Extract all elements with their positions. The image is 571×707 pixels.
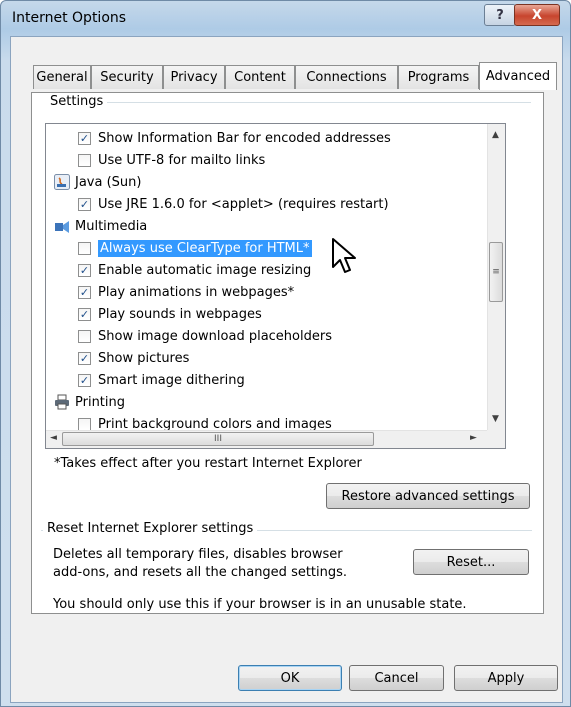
internet-options-window: Internet Options ? X General Security Pr… <box>0 0 571 707</box>
restart-footnote: *Takes effect after you restart Internet… <box>54 456 362 471</box>
vertical-scroll-thumb[interactable]: ≡ <box>489 242 503 302</box>
unchecked-checkbox[interactable] <box>78 329 91 343</box>
grip-icon: ≡ <box>492 267 500 277</box>
settings-list-item[interactable]: ✓ Smart image dithering <box>78 369 245 391</box>
horizontal-scroll-thumb[interactable]: III <box>62 432 374 446</box>
reset-button[interactable]: Reset... <box>413 549 529 575</box>
checked-checkbox[interactable]: ✓ <box>78 307 91 321</box>
tab-programs[interactable]: Programs <box>398 65 479 89</box>
category-label: Printing <box>75 394 126 410</box>
reset-description-line1: Deletes all temporary files, disables br… <box>53 547 343 562</box>
close-button[interactable]: X <box>514 4 560 26</box>
checked-checkbox[interactable]: ✓ <box>78 131 91 145</box>
setting-label[interactable]: Always use ClearType for HTML* <box>98 239 312 257</box>
unchecked-checkbox[interactable] <box>78 153 91 167</box>
settings-list-item[interactable]: ✓ Use JRE 1.6.0 for <applet> (requires re… <box>78 193 389 215</box>
unchecked-checkbox[interactable] <box>78 241 91 255</box>
settings-list-item[interactable]: ✓ Play animations in webpages* <box>78 281 294 303</box>
title-bar[interactable]: Internet Options ? X <box>1 1 570 31</box>
setting-label[interactable]: Enable automatic image resizing <box>98 263 311 278</box>
grip-icon: III <box>214 434 222 444</box>
setting-label[interactable]: Show Information Bar for encoded address… <box>98 131 391 146</box>
checked-checkbox[interactable]: ✓ <box>78 263 91 277</box>
settings-list-item[interactable]: ✓ Play sounds in webpages <box>78 303 262 325</box>
java-icon <box>54 174 70 190</box>
settings-category: Java (Sun) <box>54 171 141 193</box>
tab-privacy[interactable]: Privacy <box>163 65 225 89</box>
settings-list-item[interactable]: Use UTF-8 for mailto links <box>78 149 265 171</box>
scroll-left-arrow-icon[interactable]: ◄ <box>50 433 57 443</box>
tab-connections[interactable]: Connections <box>295 65 398 89</box>
category-label: Multimedia <box>75 218 148 234</box>
vertical-scrollbar[interactable]: ▲ ≡ ▼ <box>487 124 505 431</box>
settings-group-label: Settings <box>46 94 108 109</box>
settings-list-item[interactable]: Show image download placeholders <box>78 325 332 347</box>
setting-label[interactable]: Play sounds in webpages <box>98 307 262 322</box>
setting-label[interactable]: Use UTF-8 for mailto links <box>98 153 265 168</box>
cancel-button[interactable]: Cancel <box>349 665 444 691</box>
settings-list-item[interactable]: ✓ Enable automatic image resizing <box>78 259 311 281</box>
settings-category: Multimedia <box>54 215 147 237</box>
restore-advanced-settings-button[interactable]: Restore advanced settings <box>326 483 530 509</box>
settings-category: Printing <box>54 391 125 413</box>
tab-general[interactable]: General <box>33 65 91 89</box>
checked-checkbox[interactable]: ✓ <box>78 197 91 211</box>
setting-label[interactable]: Smart image dithering <box>98 373 245 388</box>
reset-warning-note: You should only use this if your browser… <box>53 597 467 612</box>
scroll-up-arrow-icon[interactable]: ▲ <box>492 130 499 140</box>
apply-button[interactable]: Apply <box>454 665 558 691</box>
checked-checkbox[interactable]: ✓ <box>78 373 91 387</box>
checked-checkbox[interactable]: ✓ <box>78 285 91 299</box>
checked-checkbox[interactable]: ✓ <box>78 351 91 365</box>
help-button[interactable]: ? <box>484 4 516 26</box>
settings-group-line <box>46 102 531 103</box>
window-title: Internet Options <box>12 10 127 26</box>
tab-content[interactable]: Content <box>225 65 295 89</box>
tab-advanced[interactable]: Advanced <box>479 62 557 90</box>
setting-label[interactable]: Show pictures <box>98 351 189 366</box>
ok-button[interactable]: OK <box>238 665 342 691</box>
scroll-down-arrow-icon[interactable]: ▼ <box>492 414 499 424</box>
settings-list-item[interactable]: Always use ClearType for HTML* <box>78 237 312 259</box>
settings-list-item[interactable]: ✓ Show pictures <box>78 347 189 369</box>
mouse-pointer-icon <box>332 238 356 273</box>
scroll-right-arrow-icon[interactable]: ► <box>470 433 477 443</box>
setting-label[interactable]: Show image download placeholders <box>98 329 332 344</box>
settings-list-item[interactable]: ✓ Show Information Bar for encoded addres… <box>78 127 391 149</box>
printer-icon <box>54 394 70 410</box>
category-label: Java (Sun) <box>75 174 142 190</box>
unchecked-checkbox[interactable] <box>78 417 91 431</box>
settings-list[interactable]: ✓ Show Information Bar for encoded addres… <box>45 123 506 449</box>
setting-label[interactable]: Use JRE 1.6.0 for <applet> (requires res… <box>98 197 389 212</box>
scroll-corner <box>487 430 505 448</box>
multimedia-icon <box>54 218 70 234</box>
tab-security[interactable]: Security <box>91 65 163 89</box>
reset-group-label: Reset Internet Explorer settings <box>43 521 258 536</box>
horizontal-scrollbar[interactable]: ◄ III ► <box>46 430 488 448</box>
reset-description-line2: add-ons, and resets all the changed sett… <box>53 565 348 580</box>
setting-label[interactable]: Play animations in webpages* <box>98 285 294 300</box>
